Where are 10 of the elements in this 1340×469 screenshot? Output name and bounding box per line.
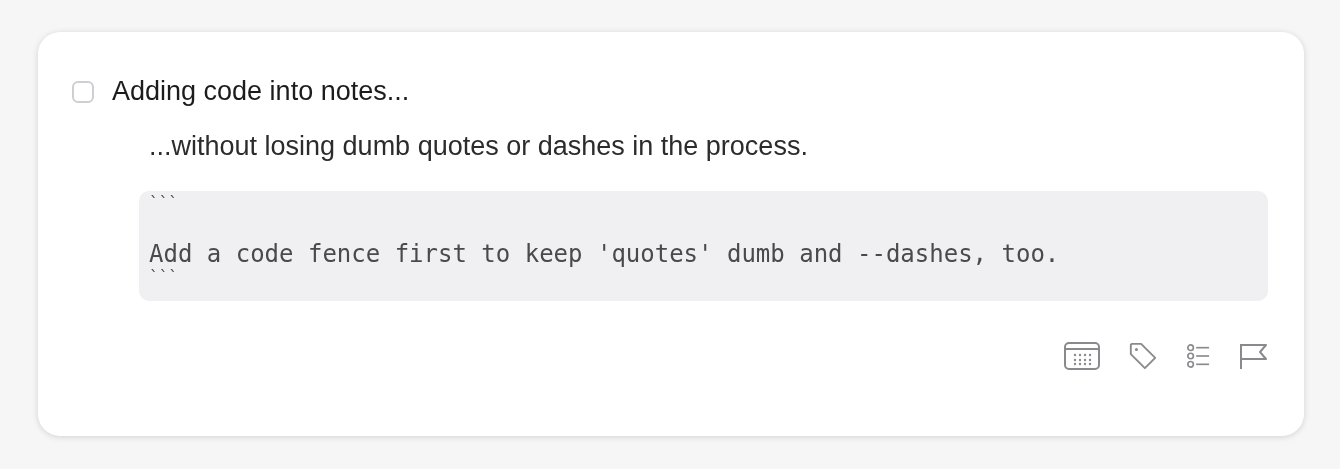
code-line: ```	[149, 269, 179, 285]
code-line: ```	[149, 195, 179, 211]
task-title[interactable]: Adding code into notes...	[112, 76, 410, 107]
task-checkbox[interactable]	[72, 80, 94, 103]
flag-icon[interactable]	[1238, 341, 1268, 371]
list-icon[interactable]	[1186, 341, 1210, 371]
code-line: Add a code fence first to keep 'quotes' dumb and --dashes, too.	[149, 239, 1061, 269]
tag-icon[interactable]	[1128, 341, 1158, 371]
task-note: ...without losing dumb quotes or dashes in the process.	[149, 131, 809, 162]
calendar-icon[interactable]	[1064, 341, 1100, 371]
